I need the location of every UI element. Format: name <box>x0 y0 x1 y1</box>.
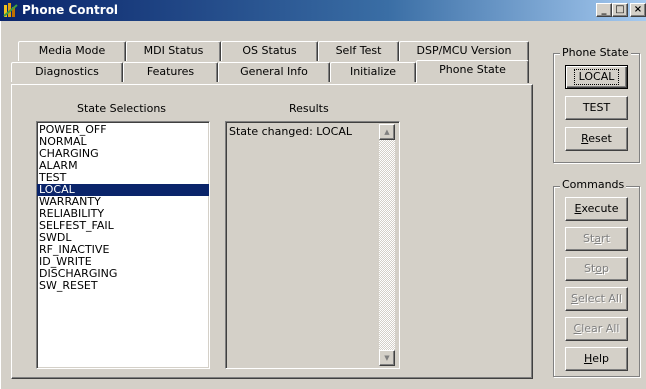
tab-label: Self Test <box>335 44 382 57</box>
local-button-label: LOCAL <box>573 69 620 85</box>
window-title: Phone Control <box>22 3 119 17</box>
stop-button[interactable]: Stop <box>565 257 628 281</box>
select-all-mnemonic: S <box>570 292 578 305</box>
close-icon: × <box>633 4 643 15</box>
start-label-rest: rt <box>601 232 610 245</box>
close-button[interactable]: × <box>630 3 646 17</box>
tab-label: Initialize <box>349 65 397 78</box>
maximize-button[interactable]: □ <box>612 3 628 17</box>
minimize-button[interactable]: _ <box>596 3 612 17</box>
tab-label: Features <box>146 65 195 78</box>
clear-all-button[interactable]: Clear All <box>565 317 628 341</box>
reset-label-rest: eset <box>588 132 612 145</box>
tab-label: OS Status <box>242 44 297 57</box>
tab-label: Diagnostics <box>35 65 99 78</box>
tab-self-test[interactable]: Self Test <box>318 41 399 61</box>
help-label-rest: elp <box>592 352 610 365</box>
select-all-label-rest: elect All <box>577 292 623 305</box>
results-label: Results <box>289 102 329 115</box>
tab-label: Media Mode <box>38 44 106 57</box>
tab-mdi-status[interactable]: MDI Status <box>126 41 221 61</box>
clear-all-label-rest: lear All <box>581 322 620 335</box>
title-bar[interactable]: Phone Control _ □ × <box>0 0 646 21</box>
tab-label: DSP/MCU Version <box>416 44 512 57</box>
reset-button[interactable]: Reset <box>565 127 628 151</box>
result-line: State changed: LOCAL <box>229 125 353 138</box>
tab-media-mode[interactable]: Media Mode <box>18 41 126 61</box>
tab-features[interactable]: Features <box>123 62 218 82</box>
arrow-up-icon: ▲ <box>384 128 390 136</box>
state-selections-label: State Selections <box>77 102 167 115</box>
scroll-down-button[interactable]: ▼ <box>379 350 395 366</box>
start-button[interactable]: Start <box>565 227 628 251</box>
phone-state-panel: State Selections Results POWER_OFF NORMAL… <box>11 84 533 379</box>
scroll-up-button[interactable]: ▲ <box>379 124 395 140</box>
tab-label: Phone State <box>439 63 506 76</box>
select-all-button[interactable]: Select All <box>565 287 628 311</box>
tab-os-status[interactable]: OS Status <box>221 41 318 61</box>
start-label-pre: St <box>583 232 595 245</box>
stop-label-rest: p <box>602 262 609 275</box>
results-scrollbar[interactable]: ▲ ▼ <box>379 124 395 366</box>
tab-dsp-mcu-version[interactable]: DSP/MCU Version <box>399 41 529 61</box>
help-button[interactable]: Help <box>565 347 628 371</box>
stop-mnemonic: o <box>595 262 603 275</box>
test-button[interactable]: TEST <box>565 96 628 120</box>
arrow-down-icon: ▼ <box>384 354 390 362</box>
execute-button[interactable]: Execute <box>565 197 628 221</box>
tab-label: MDI Status <box>143 44 204 57</box>
phone-state-group-label: Phone State <box>560 46 631 59</box>
results-list[interactable]: State changed: LOCAL ▲ ▼ <box>225 121 400 369</box>
local-button[interactable]: LOCAL <box>565 65 628 89</box>
help-mnemonic: H <box>583 352 593 365</box>
tab-general-info[interactable]: General Info <box>218 62 330 82</box>
minimize-icon: _ <box>601 4 607 15</box>
commands-group-label: Commands <box>560 178 627 191</box>
app-icon[interactable] <box>3 3 19 18</box>
execute-label-rest: xecute <box>581 202 619 215</box>
tab-initialize[interactable]: Initialize <box>330 62 416 82</box>
state-selections-list[interactable]: POWER_OFF NORMAL CHARGING ALARM TEST LOCAL WAR… <box>36 121 210 369</box>
tab-diagnostics[interactable]: Diagnostics <box>11 62 123 82</box>
test-button-label: TEST <box>582 101 611 114</box>
tab-phone-state[interactable]: Phone State <box>416 60 529 83</box>
maximize-icon: □ <box>615 4 625 15</box>
tab-label: General Info <box>240 65 308 78</box>
stop-label-pre: St <box>583 262 596 275</box>
state-list-item[interactable]: SW_RESET <box>37 280 209 292</box>
